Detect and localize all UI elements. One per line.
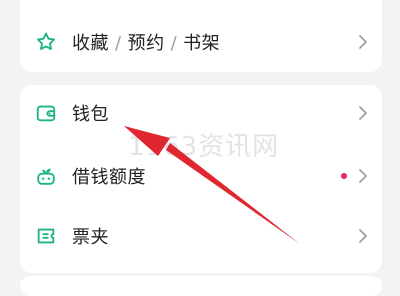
notification-dot [341, 173, 347, 179]
wallet-icon [36, 105, 56, 122]
wallet-label: 钱包 [72, 104, 109, 125]
bookshelf-link[interactable]: 书架 [183, 33, 220, 54]
reservations-link[interactable]: 预约 [128, 33, 165, 54]
favorites-row[interactable]: 收藏 / 预约 / 书架 [20, 17, 382, 67]
separator: / [115, 33, 122, 54]
star-outline-icon [37, 32, 55, 50]
next-card [20, 276, 382, 296]
favorites-link[interactable]: 收藏 [72, 33, 109, 54]
sprout-bot-icon [37, 168, 55, 185]
ticket-clip-label: 票夹 [72, 227, 109, 248]
top-card: 收藏 / 预约 / 书架 [20, 0, 382, 72]
chevron-right-icon [359, 106, 367, 120]
ticket-clip-icon [37, 228, 55, 244]
favorites-label: 收藏 / 预约 / 书架 [72, 29, 220, 55]
credit-limit-label: 借钱额度 [72, 167, 146, 188]
chevron-right-icon [359, 169, 367, 183]
chevron-right-icon [359, 35, 367, 49]
credit-limit-row[interactable]: 借钱额度 [20, 151, 382, 201]
menu-card: 钱包 借钱额度 票夹 [20, 85, 382, 273]
wallet-row[interactable]: 钱包 [20, 88, 382, 138]
separator: / [170, 33, 178, 54]
ticket-clip-row[interactable]: 票夹 [20, 211, 382, 261]
chevron-right-icon [359, 229, 367, 243]
